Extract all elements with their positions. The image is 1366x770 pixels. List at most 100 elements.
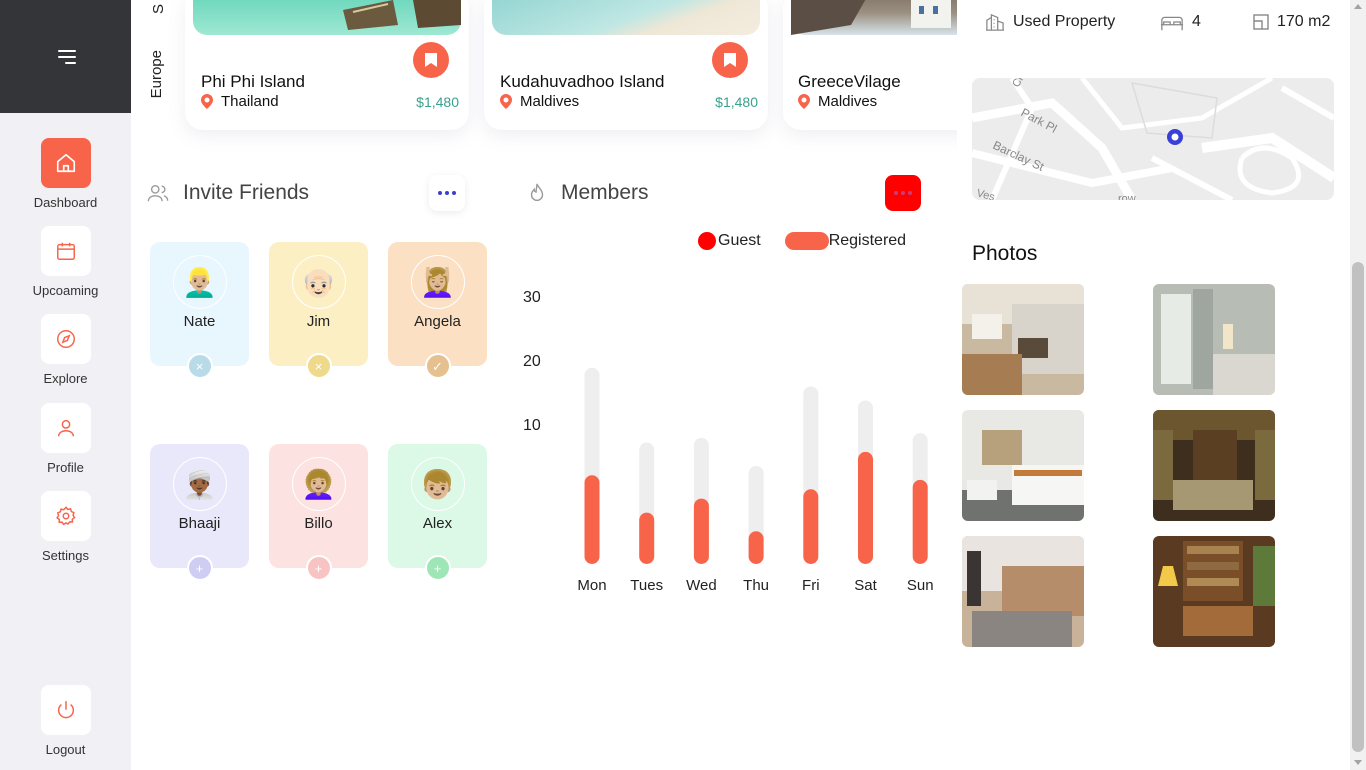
sidebar-item-label: Upcoaming xyxy=(32,283,99,298)
invite-options-button[interactable] xyxy=(429,175,465,211)
destination-name: GreeceVilage xyxy=(798,72,901,91)
users-icon xyxy=(147,184,169,202)
scroll-up-arrow-icon[interactable] xyxy=(1354,4,1362,9)
friend-name: Bhaaji xyxy=(178,515,221,532)
property-area-value: 170 m2 xyxy=(1277,13,1331,30)
friend-name: Nate xyxy=(183,313,216,330)
check-icon[interactable]: ✓ xyxy=(424,353,451,379)
street-label: row xyxy=(1118,193,1136,200)
friend-card[interactable]: 👩🏼‍🦱 Billo + xyxy=(269,444,368,581)
avatar: 👳🏾‍♂️ xyxy=(172,457,227,511)
chart-legend: Guest Registered xyxy=(698,232,906,250)
bookmark-button[interactable] xyxy=(413,42,449,78)
avatar: 👦🏼 xyxy=(410,457,465,511)
bed-icon xyxy=(1160,16,1184,31)
flame-icon xyxy=(530,183,544,201)
photo-thumbnail[interactable] xyxy=(962,536,1084,647)
x-tick-label: Wed xyxy=(686,577,717,594)
location-text: Thailand xyxy=(221,93,279,110)
sidebar-item-explore[interactable]: Explore xyxy=(0,314,131,386)
destination-image xyxy=(791,0,957,35)
friend-name: Alex xyxy=(422,515,453,532)
sidebar-item-label: Dashboard xyxy=(33,195,98,210)
compass-icon xyxy=(40,314,91,364)
property-beds-value: 4 xyxy=(1192,13,1201,30)
photo-thumbnail[interactable] xyxy=(1153,536,1275,647)
avatar: 💆🏼‍♀️ xyxy=(410,255,465,309)
sidebar-item-profile[interactable]: Profile xyxy=(0,403,131,475)
y-tick-label: 30 xyxy=(523,289,541,306)
close-icon[interactable]: × xyxy=(305,353,332,379)
photo-thumbnail[interactable] xyxy=(1153,410,1275,521)
friend-card[interactable]: 👳🏾‍♂️ Bhaaji + xyxy=(150,444,249,581)
legend-registered-swatch xyxy=(784,232,829,250)
sidebar-item-dashboard[interactable]: Dashboard xyxy=(0,138,131,210)
location-pin-icon xyxy=(201,94,213,109)
x-tick-label: Sun xyxy=(907,577,934,594)
friend-card[interactable]: 👱🏼‍♂️ Nate × xyxy=(150,242,249,379)
destination-location: Maldives xyxy=(798,93,877,110)
destination-image xyxy=(193,0,461,35)
bar-registered xyxy=(639,512,655,564)
property-type-label: Used Property xyxy=(1013,13,1116,30)
legend-registered-label: Registered xyxy=(828,232,907,249)
destination-location: Maldives xyxy=(500,93,579,110)
x-tick-label: Tues xyxy=(630,577,663,594)
plus-icon[interactable]: + xyxy=(424,555,451,581)
destination-card[interactable]: Kudahuvadhoo Island Maldives $1,480 xyxy=(484,0,768,130)
property-panel: Used Property 4 170 m2 Park Pl Barclay S… xyxy=(957,0,1350,770)
scroll-down-arrow-icon[interactable] xyxy=(1354,760,1362,765)
destination-card[interactable]: GreeceVilage Maldives xyxy=(783,0,957,130)
destination-card[interactable]: Phi Phi Island Thailand $1,480 xyxy=(185,0,469,130)
property-type: Used Property xyxy=(985,13,1115,31)
sidebar-item-label: Profile xyxy=(47,460,84,475)
location-text: Maldives xyxy=(818,93,878,110)
logout-label: Logout xyxy=(45,742,86,757)
photo-thumbnail[interactable] xyxy=(962,284,1084,395)
sidebar: Dashboard Upcoaming Explore Profile Sett… xyxy=(0,0,131,770)
photo-thumbnail[interactable] xyxy=(962,410,1084,521)
x-tick-label: Fri xyxy=(802,577,820,594)
location-pin-icon xyxy=(500,94,512,109)
avatar: 👱🏼‍♂️ xyxy=(172,255,227,309)
friend-card[interactable]: 👴🏻 Jim × xyxy=(269,242,368,379)
sidebar-item-label: Settings xyxy=(42,548,89,563)
bookmark-icon xyxy=(425,53,437,67)
calendar-icon xyxy=(40,226,91,276)
destination-image xyxy=(492,0,760,35)
bar-registered xyxy=(584,475,600,564)
bookmark-button[interactable] xyxy=(712,42,748,78)
gear-icon xyxy=(40,491,91,541)
main-content: S Europe Phi Phi Island Thailand $1,480 xyxy=(131,0,957,770)
members-options-button[interactable] xyxy=(885,175,921,211)
friend-card[interactable]: 👦🏼 Alex + xyxy=(388,444,487,581)
building-icon xyxy=(986,13,1004,31)
members-header: Members xyxy=(527,181,649,205)
menu-icon[interactable] xyxy=(56,49,76,64)
plus-icon[interactable]: + xyxy=(186,555,213,581)
property-beds: 4 xyxy=(1160,13,1201,31)
photo-thumbnail[interactable] xyxy=(1153,284,1275,395)
friend-name: Billo xyxy=(304,515,333,532)
area-icon xyxy=(1253,14,1269,30)
photos-title: Photos xyxy=(972,242,1038,265)
x-tick-label: Sat xyxy=(854,577,877,594)
legend-guest-swatch xyxy=(698,232,716,250)
sidebar-item-settings[interactable]: Settings xyxy=(0,491,131,563)
plus-icon[interactable]: + xyxy=(305,555,332,581)
location-map[interactable]: Park Pl Barclay St Ch Ves row xyxy=(972,78,1334,200)
logout-button[interactable]: Logout xyxy=(0,685,131,757)
bar-registered xyxy=(912,479,928,564)
destination-location: Thailand xyxy=(201,93,279,110)
invite-friends-header: Invite Friends xyxy=(147,181,309,205)
sidebar-item-upcoming[interactable]: Upcoaming xyxy=(0,226,131,298)
friend-card[interactable]: 💆🏼‍♀️ Angela ✓ xyxy=(388,242,487,379)
y-tick-label: 10 xyxy=(523,417,541,434)
bar-registered xyxy=(858,451,873,564)
region-label[interactable]: Europe xyxy=(148,50,165,98)
y-tick-label: 20 xyxy=(523,353,541,370)
close-icon[interactable]: × xyxy=(186,353,213,379)
destination-name: Kudahuvadhoo Island xyxy=(500,72,665,91)
scrollbar-thumb[interactable] xyxy=(1352,262,1364,752)
avatar: 👴🏻 xyxy=(291,255,346,309)
